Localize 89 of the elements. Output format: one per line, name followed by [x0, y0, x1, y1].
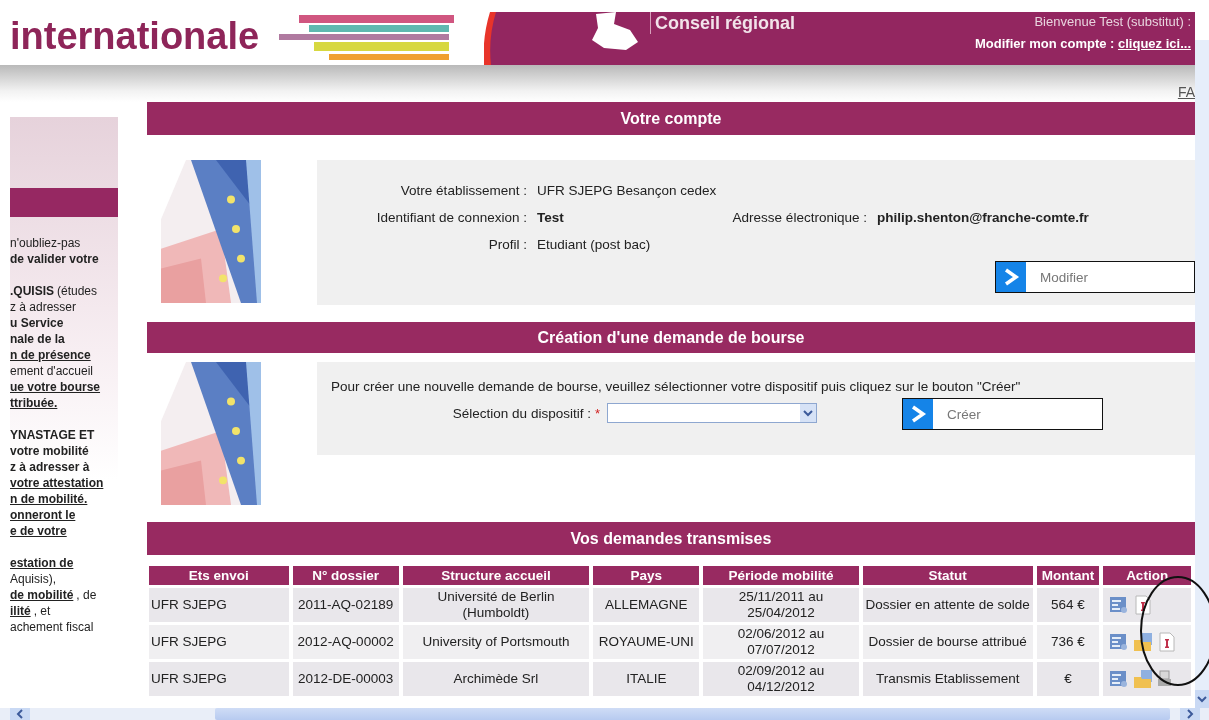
table-cell: 25/11/2011 au 25/04/2012 [703, 588, 859, 622]
chevron-icon [996, 262, 1026, 292]
folder-icon[interactable] [1133, 632, 1154, 652]
column-header: Action [1103, 566, 1191, 585]
sidebar-link[interactable]: estation de [10, 556, 74, 570]
account-link[interactable]: cliquez ici... [1118, 36, 1191, 51]
sidebar-text: votre mobilité [10, 444, 89, 458]
sidebar-text: Aquisis), [10, 572, 56, 586]
table-cell: Archimède Srl [402, 662, 590, 696]
instruction-text: Pour créer une nouvelle demande de bourse, veuillez sélectionner votre dispositif puis cliquez sur le bouton "Créer" [330, 379, 1022, 395]
details-icon[interactable] [1109, 669, 1130, 689]
table-cell: 564 € [1036, 588, 1100, 622]
table-cell: Transmis Etablissement [862, 662, 1033, 696]
sidebar-link[interactable]: ue votre bourse [10, 380, 101, 394]
table-cell: 02/06/2012 au 07/07/2012 [703, 625, 859, 659]
chevron-icon [902, 399, 933, 429]
field-label: Adresse électronique : [731, 209, 867, 227]
table-cell: 736 € [1036, 625, 1100, 659]
table-cell: 2012-DE-00003 [292, 662, 399, 696]
sidebar-link[interactable]: ilité [10, 604, 31, 618]
sidebar-link[interactable]: votre attestation [10, 476, 104, 490]
sidebar-text: .QUISIS [10, 284, 54, 298]
column-header: N° dossier [292, 566, 399, 585]
sidebar-link[interactable]: n de présence [10, 348, 91, 362]
column-header: Montant [1036, 566, 1100, 585]
sidebar-text: achement fiscal [10, 620, 94, 634]
region-label: Conseil régional [650, 12, 796, 34]
table-cell: Dossier de bourse attribué [862, 625, 1033, 659]
sidebar-link[interactable]: ttribuée. [10, 396, 58, 410]
section-header: Votre compte [146, 102, 1195, 135]
sidebar-text: YNASTAGE ET [10, 428, 95, 442]
sidebar-text: , de [76, 588, 97, 602]
table-cell: University of Portsmouth [402, 625, 590, 659]
sidebar-text: , et [33, 604, 51, 618]
table-cell: 2011-AQ-02189 [292, 588, 399, 622]
create-button[interactable]: Créer [901, 398, 1103, 430]
sidebar-text: nale de la [10, 332, 65, 346]
column-header: Pays [593, 566, 700, 585]
field-label: Identifiant de connexion : [375, 209, 527, 227]
sidebar-text: n'oubliez-pas [10, 236, 81, 250]
scroll-down-icon[interactable] [1195, 690, 1209, 708]
dispositif-select[interactable] [606, 403, 817, 423]
field-value: philip.shenton@franche-comte.fr [876, 209, 1090, 227]
table-cell: 2012-AQ-00002 [292, 625, 399, 659]
sidebar-link[interactable]: n de mobilité. [10, 492, 88, 506]
table-cell: Université de Berlin (Humboldt) [402, 588, 590, 622]
modify-button[interactable]: Modifier [995, 261, 1195, 293]
field-label: Sélection du dispositif : [451, 405, 591, 421]
required-mark: * [594, 405, 601, 421]
column-header: Statut [862, 566, 1033, 585]
table-cell: UFR SJEPG [148, 625, 289, 659]
sidebar-text: de valider votre [10, 252, 99, 266]
welcome-text: Bienvenue Test (substitut) : [1033, 14, 1191, 29]
field-value: UFR SJEPG Besançon cedex [536, 182, 717, 200]
field-value: Test [536, 209, 565, 227]
sidebar-text: ement d'accueil [10, 364, 93, 378]
horizontal-scrollbar[interactable] [0, 708, 1209, 720]
scroll-thumb[interactable] [215, 708, 1170, 720]
sidebar-link[interactable]: de mobilité [10, 588, 74, 602]
printer-icon[interactable] [1157, 669, 1172, 689]
table-cell: ROYAUME-UNI [593, 625, 700, 659]
sidebar-link[interactable]: onneront le [10, 508, 76, 522]
table-cell: ALLEMAGNE [593, 588, 700, 622]
field-label: Profil : [487, 236, 527, 254]
vertical-scrollbar[interactable] [1195, 40, 1209, 708]
table-cell: UFR SJEPG [148, 588, 289, 622]
account-label: Modifier mon compte : [975, 36, 1115, 51]
column-header: Structure accueil [402, 566, 590, 585]
field-value: Etudiant (post bac) [536, 236, 651, 254]
sidebar-text: z à adresser [10, 300, 77, 314]
scroll-left-icon[interactable] [10, 708, 30, 720]
table-cell: ITALIE [593, 662, 700, 696]
site-title: internationale [10, 14, 260, 58]
table-cell: 02/09/2012 au 04/12/2012 [703, 662, 859, 696]
section-header: Création d'une demande de bourse [146, 322, 1195, 353]
table-cell: € [1036, 662, 1100, 696]
sidebar-text: (études [57, 284, 98, 298]
sidebar-text: u Service [10, 316, 64, 330]
banner-curve-drawing [484, 12, 496, 65]
faq-link[interactable]: FA [1177, 84, 1195, 100]
sidebar-link[interactable]: e de votre [10, 524, 67, 538]
sidebar-text: z à adresser à [10, 460, 90, 474]
column-header: Ets envoi [148, 566, 289, 585]
table-cell: Dossier en attente de solde [862, 588, 1033, 622]
table-cell: UFR SJEPG [148, 662, 289, 696]
scroll-right-icon[interactable] [1180, 708, 1200, 720]
section-header: Vos demandes transmises [146, 522, 1195, 555]
column-header: Période mobilité [703, 566, 859, 585]
field-label: Votre établissement : [399, 182, 527, 200]
